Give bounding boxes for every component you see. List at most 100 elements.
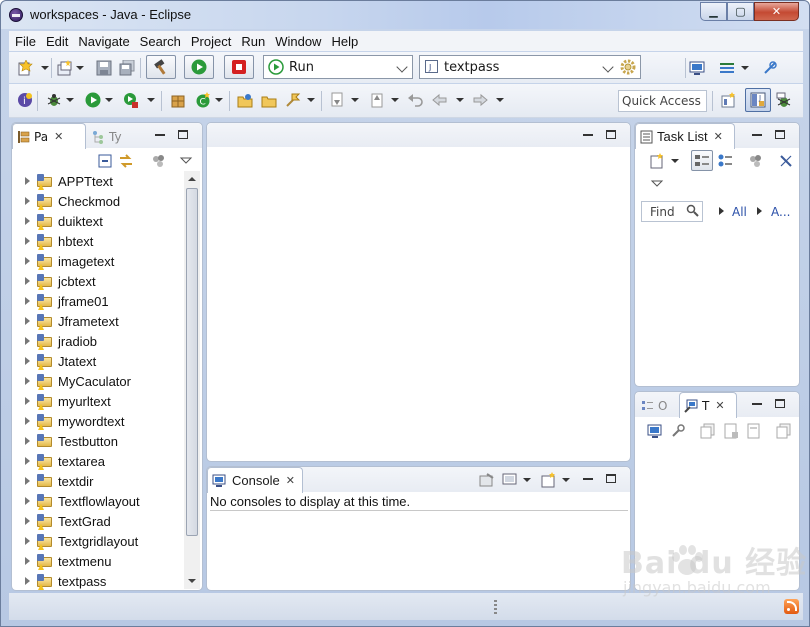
tree-item-duiktext[interactable]: duiktext <box>11 211 185 231</box>
view-menu-icon[interactable] <box>649 176 665 192</box>
back-arrow-icon[interactable] <box>432 92 448 108</box>
tab-outline[interactable]: O <box>641 396 667 416</box>
tree-scrollbar[interactable] <box>184 171 200 589</box>
display-console-icon[interactable] <box>502 472 518 488</box>
tree-item-textgridlayout[interactable]: Textgridlayout <box>11 531 185 551</box>
scheduled-icon[interactable] <box>717 153 733 169</box>
view-menu-icon[interactable] <box>178 153 194 169</box>
tree-item-imagetext[interactable]: imagetext <box>11 251 185 271</box>
console-view-icon[interactable] <box>689 60 705 76</box>
expand-arrow-icon[interactable] <box>25 497 30 505</box>
collapse-icon[interactable] <box>776 423 792 439</box>
minimize-view-icon[interactable] <box>752 134 762 136</box>
tree-item-myurltext[interactable]: myurltext <box>11 391 185 411</box>
menu-file[interactable]: File <box>9 34 41 49</box>
open-resource-icon[interactable] <box>261 92 277 108</box>
expand-arrow-icon[interactable] <box>25 237 30 245</box>
next-annotation-dropdown-icon[interactable] <box>351 98 359 102</box>
expand-arrow-icon[interactable] <box>25 257 30 265</box>
tab-task-repositories[interactable]: T ✕ <box>679 392 737 418</box>
display-console-dropdown-icon[interactable] <box>523 478 531 482</box>
save-icon[interactable] <box>96 60 112 76</box>
close-icon[interactable]: ✕ <box>54 130 63 143</box>
forward-dropdown-icon[interactable] <box>496 98 504 102</box>
tab-task-list[interactable]: Task List ✕ <box>635 123 735 149</box>
task-find-input[interactable]: Find <box>641 201 703 222</box>
new-dropdown-icon[interactable] <box>41 66 49 70</box>
debug-dropdown-icon[interactable] <box>66 98 74 102</box>
close-icon[interactable]: ✕ <box>286 474 295 487</box>
expand-arrow-icon[interactable] <box>25 177 30 185</box>
tree-item-jframe01[interactable]: jframe01 <box>11 291 185 311</box>
new-class-dropdown-icon[interactable] <box>215 98 223 102</box>
tree-item-textmenu[interactable]: textmenu <box>11 551 185 571</box>
menu-window[interactable]: Window <box>270 34 326 49</box>
menu-navigate[interactable]: Navigate <box>73 34 134 49</box>
menu-edit[interactable]: Edit <box>41 34 73 49</box>
collapse-tasks-icon[interactable] <box>778 153 794 169</box>
java-perspective-button[interactable]: J <box>745 88 771 112</box>
open-console-dropdown-icon[interactable] <box>562 478 570 482</box>
new-file-icon[interactable] <box>17 60 33 76</box>
tasks-dropdown-icon[interactable] <box>741 66 749 70</box>
tree-item-jcbtext[interactable]: jcbtext <box>11 271 185 291</box>
expand-arrow-icon[interactable] <box>25 317 30 325</box>
tree-item-textgrad[interactable]: TextGrad <box>11 511 185 531</box>
expand-arrow-icon[interactable] <box>25 417 30 425</box>
task-list-icon[interactable] <box>719 60 735 76</box>
expand-arrow-icon[interactable] <box>25 377 30 385</box>
tab-package-explorer[interactable]: Pa ✕ <box>12 123 86 149</box>
editor-area[interactable] <box>206 122 631 462</box>
new-class-icon[interactable]: C <box>195 92 211 108</box>
expand-arrow-icon[interactable] <box>25 397 30 405</box>
new-package-icon[interactable] <box>170 92 186 108</box>
search-icon[interactable] <box>285 92 301 108</box>
tree-item-jframetext[interactable]: Jframetext <box>11 311 185 331</box>
expand-arrow-icon[interactable] <box>25 277 30 285</box>
menu-search[interactable]: Search <box>135 34 186 49</box>
maximize-view-icon[interactable] <box>775 130 785 139</box>
coverage-icon[interactable] <box>123 92 139 108</box>
open-perspective-icon[interactable] <box>721 92 737 108</box>
last-edit-icon[interactable] <box>407 92 423 108</box>
filter-all-link[interactable]: All <box>732 205 747 219</box>
tree-item-mycaculator[interactable]: MyCaculator <box>11 371 185 391</box>
expand-arrow-icon[interactable] <box>25 517 30 525</box>
launch-config-select[interactable]: J textpass <box>419 55 641 79</box>
run-dropdown-icon[interactable] <box>105 98 113 102</box>
link-with-editor-icon[interactable] <box>118 153 134 169</box>
minimize-view-icon[interactable] <box>752 403 762 405</box>
close-icon[interactable]: ✕ <box>714 130 723 143</box>
new-task-dropdown-icon[interactable] <box>671 159 679 163</box>
expand-arrow-icon[interactable] <box>25 437 30 445</box>
tab-type-hierarchy[interactable]: Ty <box>92 127 122 147</box>
stop-button[interactable] <box>224 55 254 79</box>
open-dropdown-icon[interactable] <box>76 66 84 70</box>
tree-item-textpass[interactable]: textpass <box>11 571 185 591</box>
tab-console[interactable]: Console ✕ <box>207 467 303 493</box>
resize-grip-icon[interactable] <box>494 600 497 614</box>
save-all-icon[interactable] <box>119 60 135 76</box>
search-dropdown-icon[interactable] <box>307 98 315 102</box>
minimize-view-icon[interactable] <box>155 134 165 136</box>
close-window-button[interactable]: ✕ <box>754 2 799 21</box>
forward-arrow-icon[interactable] <box>472 92 488 108</box>
maximize-view-icon[interactable] <box>606 474 616 483</box>
tree-item-textdir[interactable]: textdir <box>11 471 185 491</box>
maximize-view-icon[interactable] <box>178 130 188 139</box>
tree-item-hbtext[interactable]: hbtext <box>11 231 185 251</box>
minimize-view-icon[interactable] <box>583 134 593 136</box>
pin-icon[interactable] <box>762 60 778 76</box>
copy-icon[interactable] <box>700 423 716 439</box>
menu-run[interactable]: Run <box>236 34 270 49</box>
pin-console-icon[interactable] <box>479 472 495 488</box>
collapse-all-icon[interactable] <box>97 153 113 169</box>
connect-icon[interactable] <box>670 423 686 439</box>
tree-item-mywordtext[interactable]: mywordtext <box>11 411 185 431</box>
expand-arrow-icon[interactable] <box>25 297 30 305</box>
filters-icon[interactable] <box>151 153 167 169</box>
build-button[interactable] <box>146 55 176 79</box>
scroll-up-icon[interactable] <box>188 177 196 181</box>
maximize-view-icon[interactable] <box>606 130 616 139</box>
close-icon[interactable]: ✕ <box>715 399 724 412</box>
